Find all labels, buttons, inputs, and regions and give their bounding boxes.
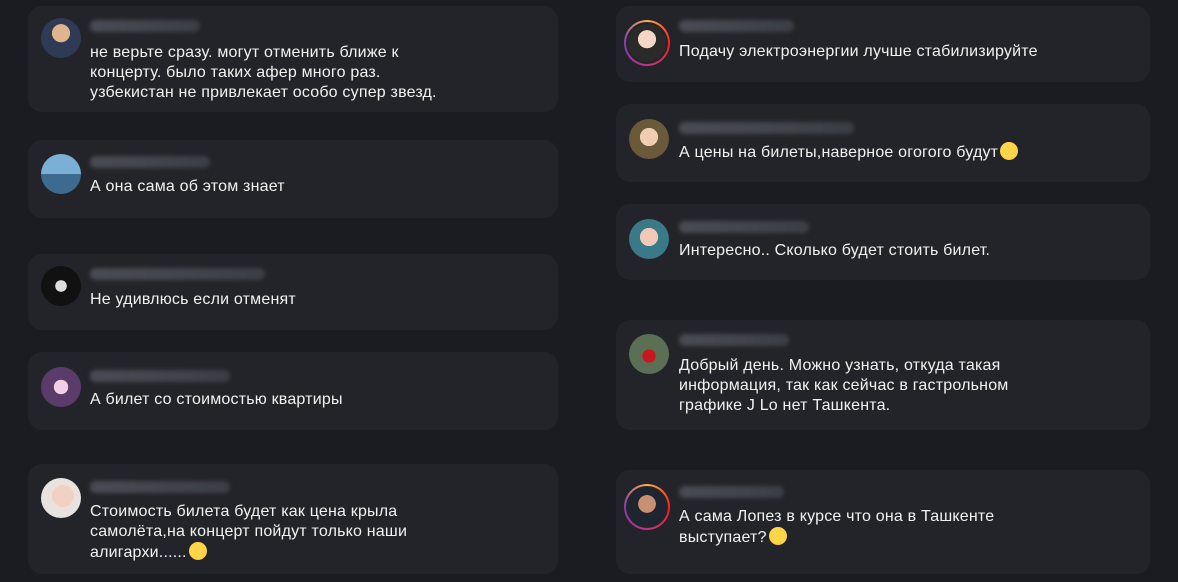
comment-text: Интересно.. Сколько будет стоить билет. [679,242,991,259]
username-blurred[interactable] [90,370,230,382]
avatar-pink-icon[interactable] [41,367,81,407]
comment-card: Добрый день. Можно узнать, откуда такая … [616,320,1150,430]
username-blurred[interactable] [679,221,809,233]
avatar-red-figure-icon[interactable] [629,334,669,374]
username-blurred[interactable] [90,156,210,168]
comment-card: А цены на билеты,наверное огогого будут [616,104,1150,182]
comment-card: А она сама об этом знает [28,140,558,218]
avatar-girl-icon[interactable] [629,119,669,159]
avatar-story-ring-icon[interactable] [624,20,670,66]
comment-text: А цены на билеты,наверное огогого будут [679,142,1019,163]
comment-text: Стоимость билета будет как цена крыла са… [90,502,407,563]
comment-card: Интересно.. Сколько будет стоить билет. [616,204,1150,280]
avatar-man-suit-icon[interactable] [41,18,81,58]
username-blurred[interactable] [90,481,230,493]
comment-text: не верьте сразу. могут отменить ближе к … [90,44,437,101]
comment-text: А она сама об этом знает [90,178,285,195]
comment-card: не верьте сразу. могут отменить ближе к … [28,6,558,112]
comment-text: А сама Лопез в курсе что она в Ташкенте … [679,507,994,548]
avatar-woman-icon[interactable] [41,478,81,518]
comment-text: Добрый день. Можно узнать, откуда такая … [679,357,1009,414]
comment-card: А сама Лопез в курсе что она в Ташкенте … [616,470,1150,574]
username-blurred[interactable] [90,268,265,280]
username-blurred[interactable] [90,20,200,32]
comment-text-content: Стоимость билета будет как цена крыла са… [90,503,408,561]
avatar-sea-icon[interactable] [41,154,81,194]
comment-card: А билет со стоимостью квартиры [28,352,558,430]
comment-text: Не удивлюсь если отменят [90,291,296,308]
comment-card: Не удивлюсь если отменят [28,254,558,330]
laugh-emoji-icon [768,527,787,545]
avatar-story-ring-2-icon[interactable] [624,484,670,530]
username-blurred[interactable] [679,486,784,498]
laugh-emoji-icon [188,542,207,560]
comment-card: Стоимость билета будет как цена крыла са… [28,464,558,574]
username-blurred[interactable] [679,334,789,346]
username-blurred[interactable] [679,122,854,134]
comment-text: Подачу электроэнергии лучше стабилизируй… [679,43,1038,60]
username-blurred[interactable] [679,20,794,32]
avatar-woman-2-icon[interactable] [629,219,669,259]
comment-text-content: А цены на билеты,наверное огогого будут [679,144,999,161]
comment-card: Подачу электроэнергии лучше стабилизируй… [616,6,1150,82]
wow-emoji-icon [1000,142,1019,160]
comment-text-content: А сама Лопез в курсе что она в Ташкенте … [679,508,995,546]
avatar-dark-logo-icon[interactable] [41,266,81,306]
comment-text: А билет со стоимостью квартиры [90,391,343,408]
